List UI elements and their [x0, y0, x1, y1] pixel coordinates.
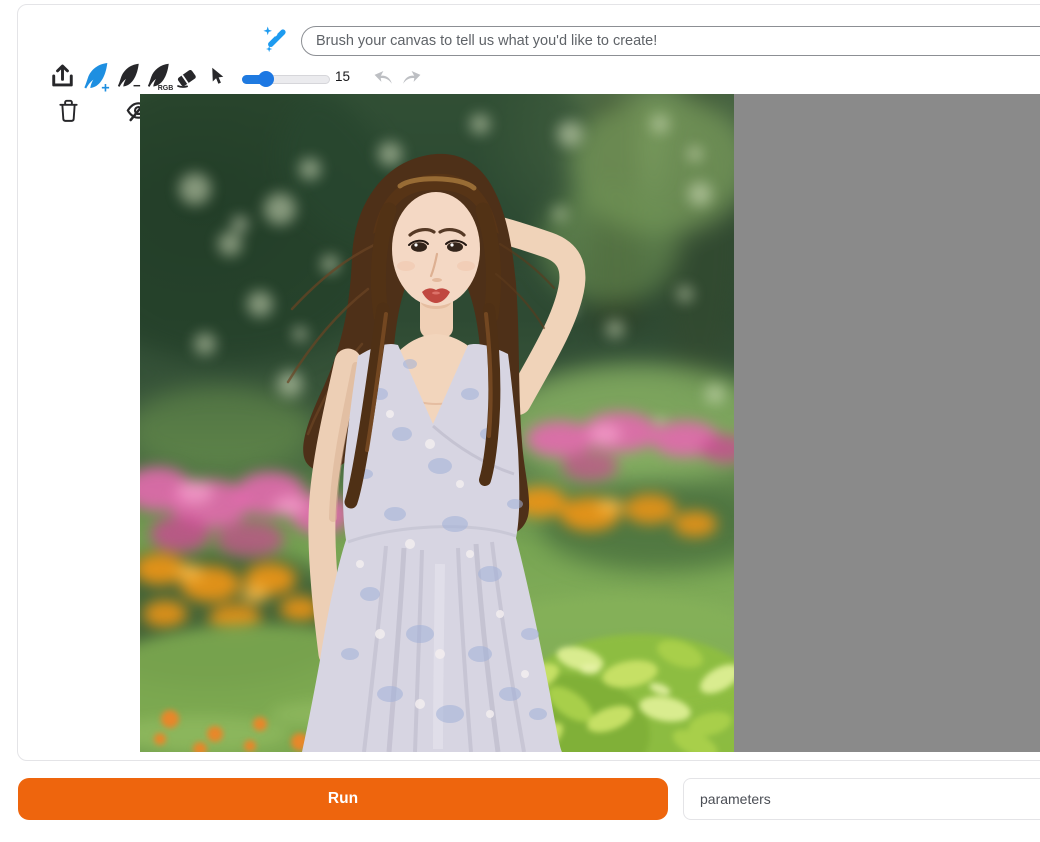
canvas-image[interactable] — [140, 94, 734, 752]
svg-text:−: − — [133, 78, 141, 91]
magic-wand-icon — [261, 25, 292, 56]
undo-button[interactable] — [371, 65, 395, 88]
brush-size-value: 15 — [335, 69, 350, 84]
redo-icon — [400, 65, 424, 88]
parameters-accordion[interactable]: parameters — [683, 778, 1040, 820]
brush-color-icon: RGB — [143, 61, 173, 91]
brush-subtract-icon: − — [113, 61, 143, 91]
park-portrait-illustration — [140, 94, 734, 752]
svg-text:RGB: RGB — [158, 85, 173, 91]
brush-subtract-button[interactable]: − — [113, 61, 143, 91]
brush-add-icon: + — [79, 60, 112, 93]
redo-button[interactable] — [400, 65, 424, 88]
clear-canvas-button[interactable] — [57, 98, 80, 124]
brush-color-button[interactable]: RGB — [143, 61, 173, 91]
cursor-icon — [207, 64, 228, 88]
eraser-button[interactable] — [173, 63, 200, 90]
upload-image-icon — [49, 63, 76, 90]
brush-add-button[interactable]: + — [79, 60, 112, 93]
svg-text:+: + — [101, 80, 109, 93]
undo-icon — [371, 65, 395, 88]
slider-thumb[interactable] — [258, 71, 274, 87]
select-cursor-button[interactable] — [207, 64, 228, 88]
canvas-empty-area — [734, 94, 1040, 752]
prompt-input[interactable] — [301, 26, 1040, 56]
eraser-icon — [173, 63, 200, 90]
trash-icon — [57, 98, 80, 124]
run-button[interactable]: Run — [18, 778, 668, 820]
brush-size-slider[interactable] — [242, 72, 330, 86]
editor-panel: + − RGB 15 — [17, 4, 1040, 761]
upload-image-button[interactable] — [49, 63, 76, 90]
